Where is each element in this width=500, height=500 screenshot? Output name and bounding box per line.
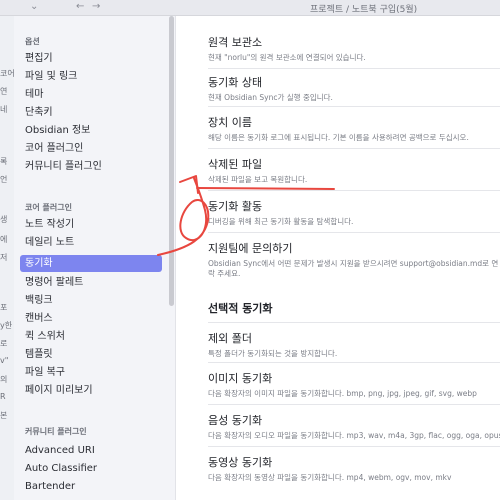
setting-name: 동기화 활동 [208,200,263,213]
sidebar-item-backlinks[interactable]: 백링크 [20,292,162,309]
divider [208,232,500,233]
background-text: 포 [0,303,8,312]
forward-arrow-icon[interactable]: → [92,1,100,12]
sidebar-item-quick-switcher[interactable]: 퀵 스위처 [20,328,162,345]
divider [208,68,500,69]
setting-name: 동영상 동기화 [208,456,273,469]
setting-description: 현재 "norlu"의 원격 보관소에 연결되어 있습니다. [208,53,366,62]
divider [208,362,500,363]
setting-description: 특정 폴더가 동기화되는 것을 방지합니다. [208,349,338,358]
background-text: 언 [0,175,8,184]
setting-description: 다음 확장자의 오디오 파일을 동기화합니다. mp3, wav, m4a, 3… [208,431,500,440]
divider [208,404,500,405]
setting-description: 다음 확장자의 이미지 파일을 동기화합니다. bmp, png, jpg, j… [208,389,477,398]
setting-remote-vault: 원격 보관소 현재 "norlu"의 원격 보관소에 연결되어 있습니다. [208,34,500,63]
setting-sync-status: 동기화 상태 현재 Obsidian Sync가 실행 중입니다. [208,74,500,103]
window-title: 프로젝트 / 노트북 구입(5월) [310,5,418,15]
sidebar-item-note-composer[interactable]: 노트 작성기 [20,216,162,233]
setting-description: 해당 이름은 동기화 로그에 표시됩니다. 기본 이름을 사용하려면 공백으로 … [208,133,469,142]
sidebar-item-daily-notes[interactable]: 데일리 노트 [20,234,162,251]
sidebar-item-page-preview[interactable]: 페이지 미리보기 [20,382,162,399]
setting-contact-support[interactable]: 지원팀에 문의하기 Obsidian Sync에서 어떤 문제가 발생시 지원을… [208,240,500,279]
setting-name: 지원팀에 문의하기 [208,242,293,255]
sidebar-item-hotkeys[interactable]: 단축키 [20,104,162,121]
sidebar-item-command-palette[interactable]: 명령어 팔레트 [20,274,162,291]
sidebar-item-file-recovery[interactable]: 파일 복구 [20,364,162,381]
setting-deleted-files[interactable]: 삭제된 파일 삭제된 파일을 보고 복원합니다. [208,156,500,185]
divider [208,190,500,191]
setting-sync-activity[interactable]: 동기화 활동 디버깅을 위해 최근 동기화 활동을 탐색합니다. [208,198,500,227]
setting-name: 이미지 동기화 [208,372,273,385]
background-text: 저 [0,253,8,262]
background-text: R [0,392,6,401]
setting-device-name: 장치 이름 해당 이름은 동기화 로그에 표시됩니다. 기본 이름을 사용하려면… [208,114,500,143]
section-heading-selective-sync: 선택적 동기화 [208,302,273,315]
section-title-community-plugins: 커뮤니티 플러그인 [25,427,87,436]
background-app-strip: 코어 연 네 록 언 생 에 저 포 y한 로 v" 의 R 본 [0,16,14,500]
setting-name: 제외 폴더 [208,332,252,345]
setting-image-sync[interactable]: 이미지 동기화 다음 확장자의 이미지 파일을 동기화합니다. bmp, png… [208,370,500,399]
setting-name: 원격 보관소 [208,36,263,49]
setting-video-sync[interactable]: 동영상 동기화 다음 확장자의 동영상 파일을 동기화합니다. mp4, web… [208,454,500,483]
background-text: y한 [0,321,13,330]
sidebar-item-core-plugins[interactable]: 코어 플러그인 [20,140,162,157]
sidebar-item-sync[interactable]: 동기화 [20,255,162,272]
sidebar-item-editor[interactable]: 편집기 [20,50,162,67]
background-text: 네 [0,105,8,114]
chevron-down-icon[interactable]: ⌄ [30,1,38,12]
sidebar-item-templates[interactable]: 템플릿 [20,346,162,363]
setting-description: Obsidian Sync에서 어떤 문제가 발생시 지원을 받으시려면 sup… [208,259,499,278]
setting-excluded-folders[interactable]: 제외 폴더 특정 폴더가 동기화되는 것을 방지합니다. [208,330,500,359]
background-text: 본 [0,411,8,420]
background-text: v" [0,356,9,365]
sidebar-item-canvas[interactable]: 캔버스 [20,310,162,327]
background-text: 에 [0,235,8,244]
divider [208,148,500,149]
setting-description: 삭제된 파일을 보고 복원합니다. [208,175,308,184]
background-text: 생 [0,215,8,224]
sidebar-scrollbar[interactable] [169,16,174,306]
title-bar: ⌄ ← → 프로젝트 / 노트북 구입(5월) [0,0,500,16]
background-text: 의 [0,375,8,384]
divider [208,106,500,107]
setting-description: 현재 Obsidian Sync가 실행 중입니다. [208,93,333,102]
setting-audio-sync[interactable]: 음성 동기화 다음 확장자의 오디오 파일을 동기화합니다. mp3, wav,… [208,412,500,441]
setting-name: 음성 동기화 [208,414,263,427]
setting-name: 삭제된 파일 [208,158,263,171]
background-text: 연 [0,87,8,96]
sidebar-item-community-plugins[interactable]: 커뮤니티 플러그인 [20,158,162,175]
sidebar-item-about[interactable]: Obsidian 정보 [20,122,162,139]
settings-sidebar: 옵션 편집기 파일 및 링크 테마 단축키 Obsidian 정보 코어 플러그… [14,16,176,500]
sidebar-item-advanced-uri[interactable]: Advanced URI [20,442,162,459]
section-title-options: 옵션 [25,37,40,46]
background-text: 로 [0,339,8,348]
background-text: 코어 [0,69,14,78]
sidebar-item-bartender[interactable]: Bartender [20,478,162,495]
divider [208,322,500,323]
background-text: 록 [0,157,8,166]
sidebar-item-theme[interactable]: 테마 [20,86,162,103]
setting-description: 디버깅을 위해 최근 동기화 활동을 탐색합니다. [208,217,354,226]
setting-description: 다음 확장자의 동영상 파일을 동기화합니다. mp4, webm, ogv, … [208,473,452,482]
setting-name: 동기화 상태 [208,76,263,89]
sidebar-item-files-links[interactable]: 파일 및 링크 [20,68,162,85]
sidebar-item-auto-classifier[interactable]: Auto Classifier [20,460,162,477]
settings-content: 원격 보관소 현재 "norlu"의 원격 보관소에 연결되어 있습니다. 동기… [176,16,500,500]
setting-name: 장치 이름 [208,116,252,129]
back-arrow-icon[interactable]: ← [76,1,84,12]
section-title-core-plugins: 코어 플러그인 [25,203,72,212]
divider [208,446,500,447]
